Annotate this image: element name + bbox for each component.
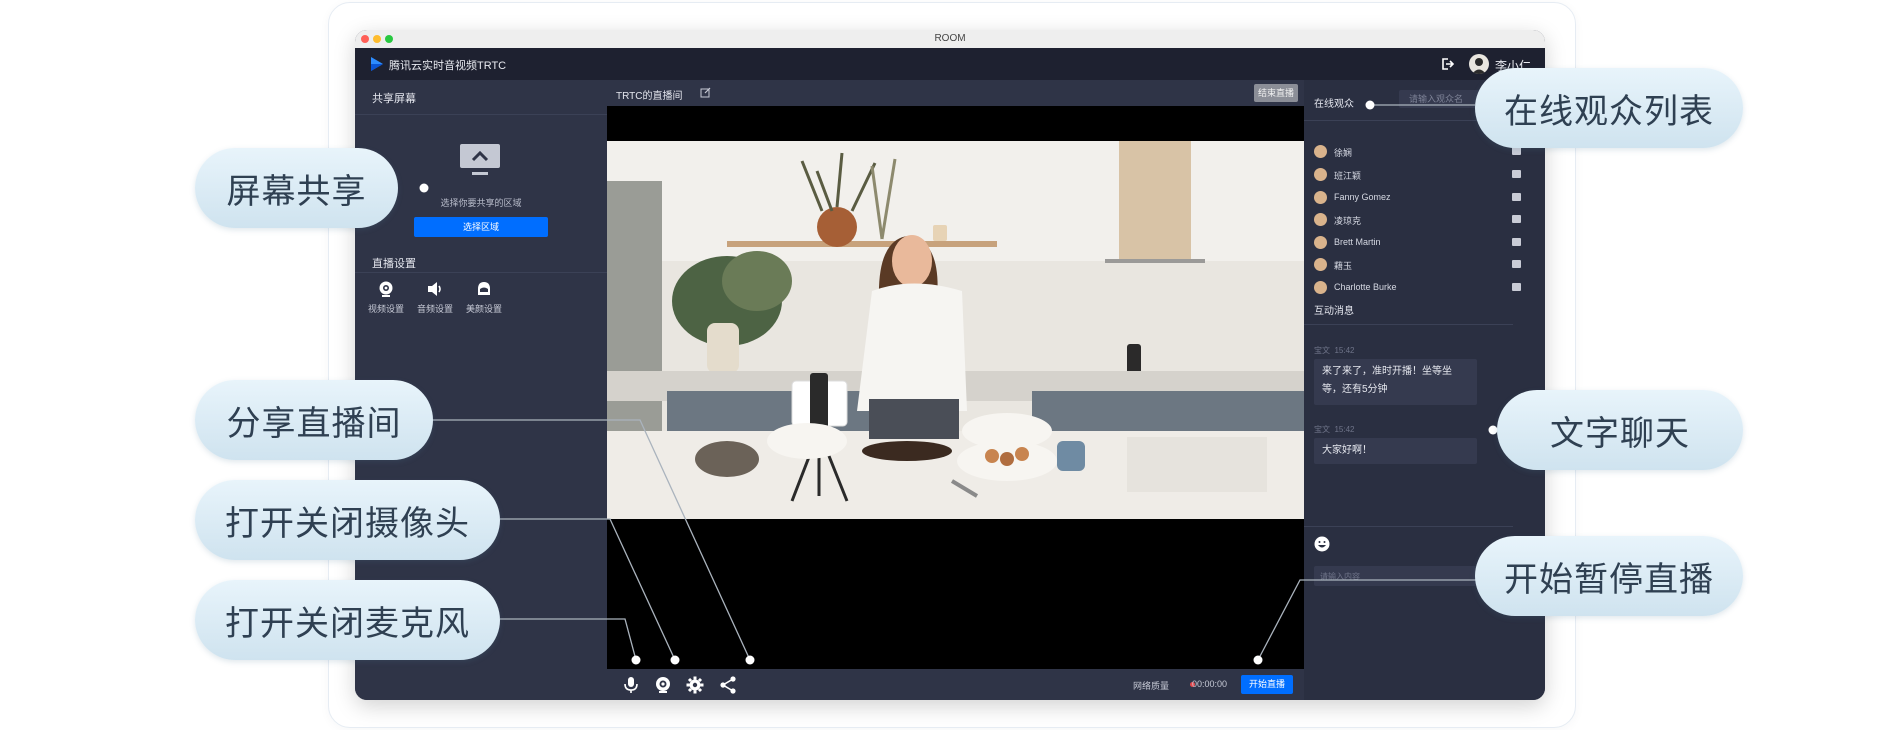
audience-item[interactable]: Brett Martin bbox=[1314, 234, 1524, 252]
video-settings-button[interactable]: 视频设置 bbox=[361, 280, 411, 315]
camera-icon bbox=[379, 281, 393, 297]
window-titlebar: ROOM bbox=[355, 30, 1545, 48]
trtc-logo-icon bbox=[371, 57, 383, 71]
live-timer: 00:00:00 bbox=[1191, 679, 1227, 689]
audience-title: 在线观众 bbox=[1314, 99, 1354, 110]
emoji-icon[interactable] bbox=[1314, 536, 1330, 552]
edit-icon[interactable] bbox=[700, 87, 711, 98]
microphone-icon[interactable] bbox=[621, 675, 641, 695]
live-settings-title: 直播设置 bbox=[372, 258, 416, 270]
chat-message: 大家好啊！ bbox=[1314, 438, 1477, 464]
message-meta: 宝文 15:42 bbox=[1314, 345, 1354, 356]
beauty-settings-label: 美颜设置 bbox=[465, 304, 502, 314]
message-sender: 宝文 bbox=[1314, 425, 1330, 434]
audience-avatar bbox=[1314, 168, 1327, 181]
beauty-icon bbox=[478, 282, 490, 295]
chat-input[interactable]: 请输入内容 发送 bbox=[1314, 566, 1502, 586]
callout-screen-share: 屏幕共享 bbox=[195, 148, 398, 228]
control-bar: 网络质量 00:00:00 开始直播 bbox=[607, 669, 1304, 700]
divider bbox=[1304, 324, 1513, 325]
audience-name: 凌琼克 bbox=[1334, 216, 1362, 226]
live-stage: TRTC的直播间 结束直播 网络质量 00:00:00 开始直播 bbox=[607, 80, 1304, 700]
divider bbox=[1304, 526, 1513, 527]
audience-item[interactable]: Fanny Gomez bbox=[1314, 189, 1524, 207]
minimize-window-button[interactable] bbox=[373, 35, 381, 43]
beauty-settings-button[interactable]: 美颜设置 bbox=[459, 280, 509, 315]
monitor-share-icon bbox=[460, 144, 500, 175]
callout-start-pause-live: 开始暂停直播 bbox=[1475, 536, 1743, 616]
divider bbox=[355, 272, 607, 273]
message-icon[interactable] bbox=[1512, 260, 1521, 268]
audience-name: Charlotte Burke bbox=[1334, 282, 1397, 292]
app-title: 腾讯云实时音视频TRTC bbox=[389, 60, 507, 72]
start-live-button[interactable]: 开始直播 bbox=[1241, 675, 1293, 694]
callout-toggle-camera: 打开关闭摄像头 bbox=[195, 480, 500, 560]
share-icon[interactable] bbox=[718, 675, 738, 695]
callout-share-room: 分享直播间 bbox=[195, 380, 433, 460]
message-icon[interactable] bbox=[1512, 215, 1521, 223]
messages-title: 互动消息 bbox=[1314, 306, 1354, 317]
audience-avatar bbox=[1314, 258, 1327, 271]
live-video-frame bbox=[607, 141, 1304, 519]
message-icon[interactable] bbox=[1512, 238, 1521, 246]
gear-icon[interactable] bbox=[685, 675, 705, 695]
audio-settings-button[interactable]: 音频设置 bbox=[410, 280, 460, 315]
audience-name: Brett Martin bbox=[1334, 237, 1381, 247]
message-icon[interactable] bbox=[1512, 147, 1521, 155]
select-area-button[interactable]: 选择区域 bbox=[414, 217, 548, 237]
logout-icon[interactable] bbox=[1439, 56, 1455, 72]
audience-avatar bbox=[1314, 145, 1327, 158]
audience-avatar bbox=[1314, 213, 1327, 226]
audience-name: 徐娴 bbox=[1334, 148, 1353, 158]
room-title: TRTC的直播间 bbox=[616, 91, 683, 102]
close-window-button[interactable] bbox=[361, 35, 369, 43]
message-sender: 宝文 bbox=[1314, 346, 1330, 355]
audience-item[interactable]: Charlotte Burke bbox=[1314, 279, 1524, 297]
message-icon[interactable] bbox=[1512, 193, 1521, 201]
audience-item[interactable]: 藉玉 bbox=[1314, 256, 1524, 274]
camera-toggle-icon[interactable] bbox=[653, 675, 673, 695]
speaker-icon bbox=[428, 282, 441, 296]
callout-text-chat: 文字聊天 bbox=[1497, 390, 1743, 470]
message-icon[interactable] bbox=[1512, 283, 1521, 291]
end-live-button[interactable]: 结束直播 bbox=[1254, 84, 1298, 102]
app-header: 腾讯云实时音视频TRTC 李小仁 bbox=[355, 48, 1545, 80]
callout-toggle-mic: 打开关闭麦克风 bbox=[195, 580, 500, 660]
room-bar: TRTC的直播间 结束直播 bbox=[607, 80, 1304, 106]
audience-avatar bbox=[1314, 281, 1327, 294]
network-quality-label: 网络质量 bbox=[1132, 681, 1169, 691]
chat-input-placeholder: 请输入内容 bbox=[1320, 572, 1360, 581]
window-title: ROOM bbox=[934, 33, 966, 44]
message-time: 15:42 bbox=[1334, 346, 1355, 355]
audience-name: 藉玉 bbox=[1334, 261, 1353, 271]
audience-avatar bbox=[1314, 236, 1327, 249]
chat-message: 来了来了，准时开播！坐等坐等，还有5分钟 bbox=[1314, 359, 1477, 405]
share-screen-title: 共享屏幕 bbox=[372, 93, 416, 105]
audience-name: Fanny Gomez bbox=[1334, 192, 1391, 202]
divider bbox=[355, 114, 607, 115]
message-icon[interactable] bbox=[1512, 170, 1521, 178]
video-preview bbox=[607, 141, 1304, 519]
app-window: ROOM 腾讯云实时音视频TRTC 李小仁 共享屏幕 选择你要共享的区域 选择区… bbox=[355, 30, 1545, 700]
message-meta: 宝文 15:42 bbox=[1314, 424, 1354, 435]
user-avatar[interactable] bbox=[1469, 54, 1489, 74]
audience-item[interactable]: 徐娴 bbox=[1314, 143, 1524, 161]
audience-item[interactable]: 班江颖 bbox=[1314, 166, 1524, 184]
audience-item[interactable]: 凌琼克 bbox=[1314, 211, 1524, 229]
maximize-window-button[interactable] bbox=[385, 35, 393, 43]
video-settings-label: 视频设置 bbox=[367, 304, 404, 314]
message-time: 15:42 bbox=[1334, 425, 1355, 434]
audience-name: 班江颖 bbox=[1334, 171, 1362, 181]
audio-settings-label: 音频设置 bbox=[416, 304, 453, 314]
audience-avatar bbox=[1314, 191, 1327, 204]
callout-audience-list: 在线观众列表 bbox=[1475, 68, 1743, 148]
